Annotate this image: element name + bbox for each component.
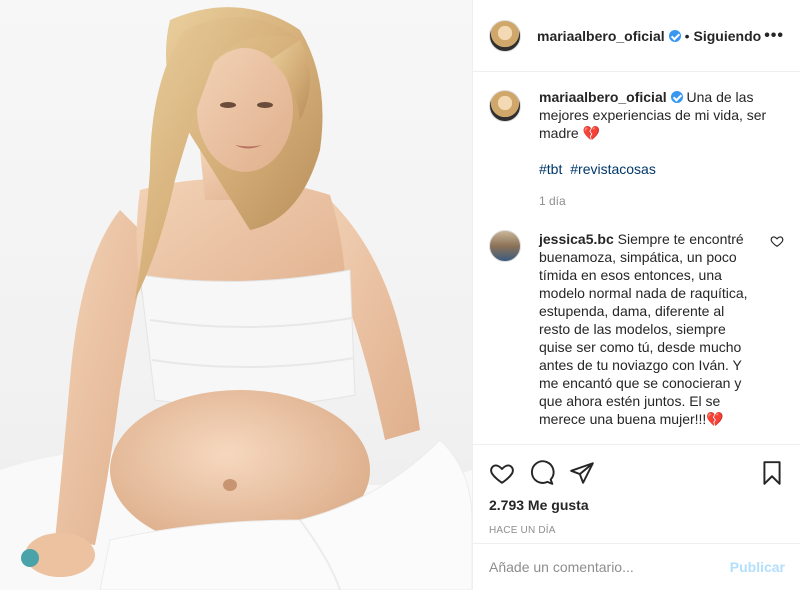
comments-scroll-area[interactable]: mariaalbero_oficial Una de las mejores e… (473, 72, 800, 444)
comment-icon[interactable] (529, 460, 555, 486)
author-username[interactable]: mariaalbero_oficial (537, 28, 665, 44)
publish-button[interactable]: Publicar (730, 559, 785, 575)
hashtag-revistacosas[interactable]: #revistacosas (570, 161, 656, 177)
comment-text: Siempre te encontré buenamoza, simpática… (539, 231, 748, 427)
save-bookmark-icon[interactable] (759, 460, 785, 486)
caption-emoji: 💔 (582, 125, 601, 141)
photo-illustration (0, 7, 472, 590)
verified-badge-icon (668, 29, 681, 42)
caption-row: mariaalbero_oficial Una de las mejores e… (489, 88, 784, 210)
post-side-panel: mariaalbero_oficial • Siguiendo ••• mari… (472, 0, 800, 590)
action-icons (489, 453, 785, 493)
post-actions: 2.793 Me gusta HACE UN DÍA (473, 444, 800, 536)
separator-dot: • (684, 27, 690, 44)
like-heart-icon[interactable] (489, 460, 515, 486)
commenter-avatar[interactable] (489, 230, 521, 262)
post-timestamp[interactable]: HACE UN DÍA (489, 525, 785, 536)
more-options-icon[interactable]: ••• (764, 27, 784, 45)
caption-body: mariaalbero_oficial Una de las mejores e… (539, 88, 779, 210)
hashtag-tbt[interactable]: #tbt (539, 161, 562, 177)
post-photo[interactable] (0, 0, 472, 590)
post-header: mariaalbero_oficial • Siguiendo ••• (473, 0, 800, 72)
author-avatar[interactable] (489, 19, 521, 52)
comment-username[interactable]: jessica5.bc (539, 231, 614, 247)
likes-count[interactable]: 2.793 Me gusta (489, 497, 785, 513)
comment-body: jessica5.bc Siempre te encontré buenamoz… (539, 230, 759, 428)
comment-row: jessica5.bc Siempre te encontré buenamoz… (489, 230, 784, 428)
caption-hashtags: #tbt #revistacosas (539, 160, 779, 178)
add-comment-input[interactable] (489, 559, 730, 575)
comment-like-heart-icon[interactable] (770, 234, 784, 248)
caption-avatar[interactable] (489, 90, 521, 122)
caption-verified-icon (670, 91, 683, 103)
caption-age[interactable]: 1 día (539, 192, 779, 210)
following-button[interactable]: Siguiendo (694, 28, 762, 44)
caption-username[interactable]: mariaalbero_oficial (539, 89, 667, 105)
share-icon[interactable] (569, 460, 595, 486)
instagram-post: mariaalbero_oficial • Siguiendo ••• mari… (0, 0, 800, 590)
add-comment-bar: Publicar (473, 543, 800, 590)
comment-emoji: 💔 (706, 411, 724, 427)
